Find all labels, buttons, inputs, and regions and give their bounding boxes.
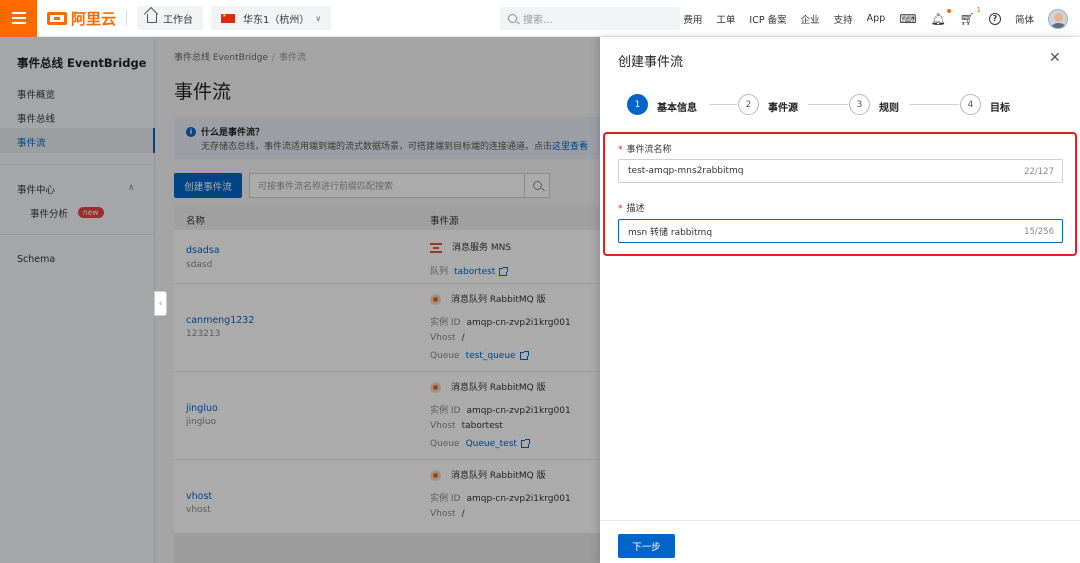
home-icon [147, 13, 158, 23]
avatar[interactable] [1048, 8, 1068, 29]
description-label: * 描述 [618, 204, 645, 214]
nav-link-tickets[interactable]: 工单 [716, 12, 735, 26]
chevron-down-icon: ∨ [315, 13, 322, 23]
step-3-label: 规则 [879, 103, 899, 114]
region-selector[interactable]: 华东1（杭州） ∨ [211, 6, 332, 30]
hamburger-menu-icon[interactable] [0, 0, 37, 37]
global-search-input[interactable]: 搜索... [500, 7, 680, 30]
aliyun-logo[interactable]: 阿里云 [47, 8, 116, 29]
divider [126, 10, 128, 26]
help-icon[interactable]: ? [988, 12, 1001, 25]
description-char-count: 15/256 [1024, 227, 1054, 237]
step-connector [808, 104, 848, 105]
cart-icon[interactable]: 🛒︎ 1 [960, 6, 981, 26]
step-4-number: 4 [960, 94, 981, 115]
step-1-label: 基本信息 [657, 103, 697, 114]
top-right-toolbar: 费用 工单 ICP 备案 企业 支持 App ⌨ 🔔︎ 🛒︎ 1 ? 简体 [683, 0, 1068, 37]
nav-link-fees[interactable]: 费用 [683, 12, 702, 26]
next-step-button[interactable]: 下一步 [618, 534, 675, 558]
cart-badge: 1 [976, 5, 981, 14]
workbench-button[interactable]: 工作台 [137, 6, 204, 30]
nav-link-enterprise[interactable]: 企业 [801, 12, 820, 26]
drawer-footer: 下一步 [600, 520, 1080, 563]
close-icon[interactable]: ✕ [1049, 51, 1061, 65]
bell-icon[interactable]: 🔔︎ [931, 8, 951, 26]
step-connector [909, 104, 959, 105]
drawer-title: 创建事件流 [618, 55, 684, 70]
name-char-count: 22/127 [1024, 167, 1054, 177]
event-stream-name-input[interactable]: test-amqp-mns2rabbitmq 22/127 [618, 159, 1063, 183]
language-switch[interactable]: 简体 [1015, 12, 1034, 26]
notification-dot [946, 8, 951, 13]
nav-link-support[interactable]: 支持 [834, 12, 853, 26]
stepper: 1 基本信息 2 事件源 3 规则 4 目标 [627, 94, 1047, 116]
step-2-label: 事件源 [768, 103, 798, 114]
create-event-stream-drawer: 创建事件流 ✕ 1 基本信息 2 事件源 3 规则 4 目标 * 事件流名称 te… [600, 37, 1080, 563]
china-flag-icon [221, 13, 236, 23]
event-stream-name-label: * 事件流名称 [618, 145, 672, 155]
nav-link-app[interactable]: App [867, 13, 886, 24]
aliyun-logo-icon [47, 11, 67, 25]
step-1-number: 1 [627, 94, 648, 115]
nav-link-icp[interactable]: ICP 备案 [749, 12, 786, 26]
search-icon [508, 14, 517, 23]
description-input[interactable]: msn 转储 rabbitmq 15/256 [618, 219, 1063, 243]
sidebar-collapse-handle[interactable]: ‹ [154, 291, 167, 316]
terminal-icon[interactable]: ⌨ [899, 12, 916, 26]
step-2-number: 2 [738, 94, 759, 115]
step-4-label: 目标 [990, 103, 1010, 114]
modal-overlay[interactable] [0, 37, 600, 563]
step-connector [709, 104, 737, 105]
step-3-number: 3 [849, 94, 870, 115]
